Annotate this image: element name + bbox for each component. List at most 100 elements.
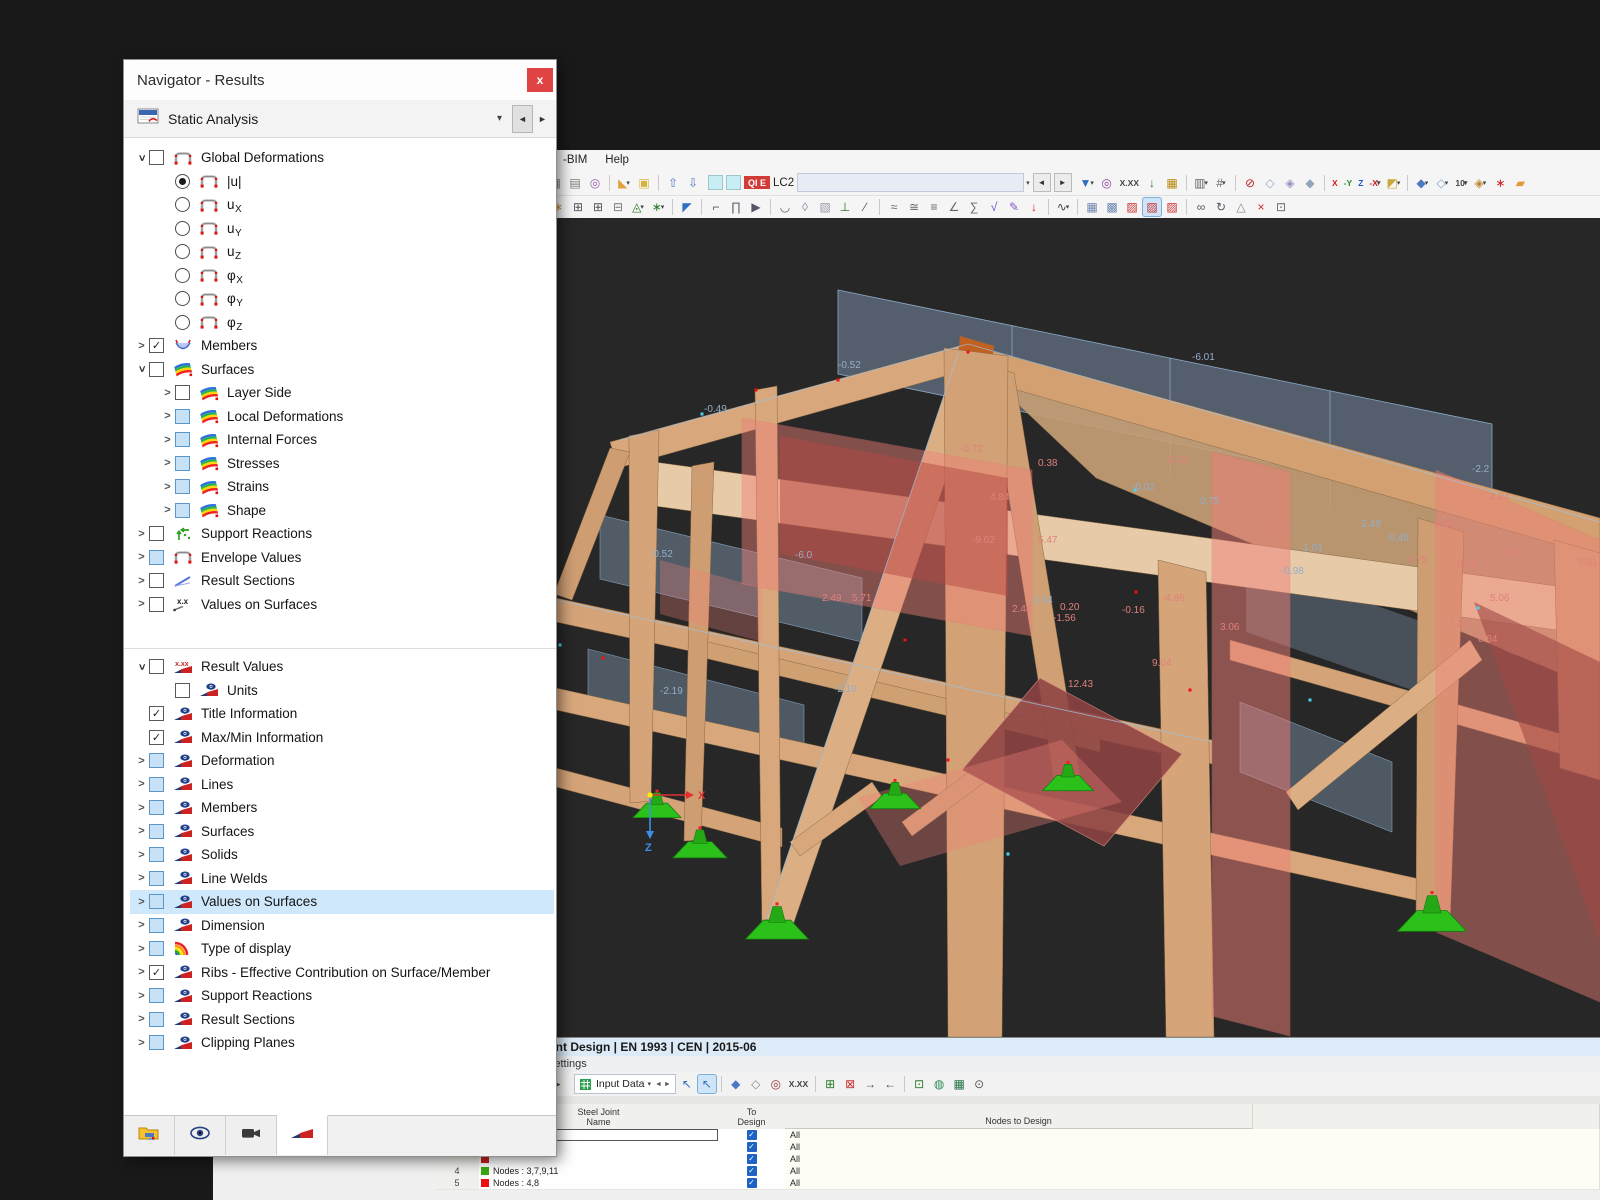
checkbox-checked[interactable]: ✓ [149,338,164,353]
row-number[interactable]: 5 [435,1177,480,1190]
tree-item-title-information[interactable]: ✓Title Information [130,702,554,726]
snap-target-icon[interactable]: ◎ [586,174,604,192]
to-design-checkbox-checked[interactable]: ✓ [747,1178,757,1188]
panel-toggle-icon[interactable]: ▥▾ [1192,174,1210,192]
checkbox-partial[interactable] [149,1035,164,1050]
radio[interactable] [175,197,190,212]
section-display-icon[interactable]: ◈▾ [1471,174,1489,192]
checkbox-partial[interactable] [149,941,164,956]
diagram-1-icon[interactable]: ≈ [885,198,903,216]
mesh-gear-icon[interactable]: ▩ [1103,198,1121,216]
checkbox-partial[interactable] [175,409,190,424]
tree-item-members[interactable]: >Members [130,796,554,820]
tree-item-z[interactable]: φZ [130,311,554,335]
expand-icon[interactable]: > [134,943,149,955]
deformation-curve-icon[interactable]: ◡ [776,198,794,216]
expand-icon[interactable]: > [134,896,149,908]
warning-icon[interactable]: △ [1232,198,1250,216]
fe-mesh-a-icon[interactable]: ▨ [1123,198,1141,216]
tree-item-type-of-display[interactable]: >Type of display [130,937,554,961]
select-joint-alt-icon[interactable]: ↖ [698,1075,716,1093]
tree-item-x[interactable]: φX [130,264,554,288]
radio-selected[interactable] [175,174,190,189]
table-row[interactable]: ✓All [435,1141,1600,1153]
tree-item-dimension[interactable]: >Dimension [130,914,554,938]
tree-item-internal-forces[interactable]: >Internal Forces [130,428,554,452]
dimension-icon[interactable]: 10▾ [1453,174,1469,192]
link-objects-icon[interactable]: ∞ [1192,198,1210,216]
chevron-down-icon[interactable]: ▾ [1026,179,1030,187]
tree-item-solids[interactable]: >Solids [130,843,554,867]
tree-item-envelope-values[interactable]: >Envelope Values [130,546,554,570]
checkbox-unchecked[interactable] [149,362,164,377]
expand-icon[interactable]: > [134,849,149,861]
expand-icon[interactable]: > [134,551,149,563]
tree-item-surfaces[interactable]: >Surfaces [130,358,554,382]
tree-item-members[interactable]: >✓Members [130,334,554,358]
checkbox-partial[interactable] [149,824,164,839]
selection-curve-icon[interactable]: ∿▾ [1054,198,1072,216]
tree-item-ux[interactable]: uX [130,193,554,217]
tab-data-navigator[interactable] [124,1116,175,1155]
tab-results-navigator[interactable] [277,1115,328,1155]
diagram-member-icon[interactable]: ⌐ [707,198,725,216]
loads-up-icon[interactable]: ⇧ [664,174,682,192]
fe-mesh-b-icon[interactable]: ▨ [1143,198,1161,216]
tree-item-local-deformations[interactable]: >Local Deformations [130,405,554,429]
prev-load-case-button[interactable]: ◄ [1033,173,1051,192]
chevron-down-icon[interactable]: ▾ [647,1080,651,1088]
next-arrow-button[interactable]: ► [533,106,552,132]
edit-cube-icon[interactable]: ◈ [1281,174,1299,192]
menu-item-bim[interactable]: -BIM [563,154,587,166]
checkbox-partial[interactable] [149,800,164,815]
tree-item-lines[interactable]: >Lines [130,773,554,797]
expand-icon[interactable]: > [134,778,149,790]
radio[interactable] [175,244,190,259]
calculator-icon[interactable]: ▤ [566,174,584,192]
diagram-3-icon[interactable]: ≡ [925,198,943,216]
select-rubber-icon[interactable]: ◣▾ [615,174,633,192]
viewport-3d[interactable]: XZ -0.52-0.49-6.010.75-0.02-2.49-0.45-1.… [556,218,1600,1037]
loads-down-icon[interactable]: ⇩ [684,174,702,192]
filter-flag-icon[interactable]: ◤ [678,198,696,216]
joint-copy-icon[interactable]: ◇ [747,1075,765,1093]
view-cube-icon[interactable]: ◇ [1261,174,1279,192]
expand-icon[interactable]: > [160,457,175,469]
select-joint-icon[interactable]: ↖ [678,1075,696,1093]
xxx-values-icon[interactable]: X.XX [787,1075,810,1093]
expand-icon[interactable]: > [160,410,175,422]
render-mode-icon[interactable]: ◩▾ [1384,174,1402,192]
table-row[interactable]: ✓All [435,1129,1600,1141]
checkbox-unchecked[interactable] [149,573,164,588]
camera-capture-icon[interactable]: ⊡ [1272,198,1290,216]
checkbox-unchecked[interactable] [149,526,164,541]
select-box-icon[interactable]: ▣ [635,174,653,192]
frame-box-icon[interactable]: ∏ [727,198,745,216]
tree-item-units[interactable]: Units [130,679,554,703]
checkbox-partial[interactable] [175,456,190,471]
checkbox-checked[interactable]: ✓ [149,706,164,721]
axis-minus-x-icon[interactable]: -X▾ [1367,174,1382,192]
expand-icon[interactable]: > [160,434,175,446]
radio[interactable] [175,315,190,330]
next-load-case-button[interactable]: ► [1054,173,1072,192]
panel-titlebar[interactable]: Navigator - Results [124,60,556,101]
result-table-icon[interactable]: ▦ [1163,174,1181,192]
tab-display-navigator[interactable] [175,1116,226,1155]
globe-icon[interactable]: ◍ [930,1075,948,1093]
solid-display-icon[interactable]: ◆▾ [1413,174,1431,192]
mesh-points-icon[interactable]: ∗ [1491,174,1509,192]
tree-item-shape[interactable]: >Shape [130,499,554,523]
tree-item-support-reactions[interactable]: >Support Reactions [130,984,554,1008]
checkbox-unchecked[interactable] [149,659,164,674]
expand-icon[interactable]: > [134,966,149,978]
tree-item-uy[interactable]: uY [130,217,554,241]
expand-icon[interactable]: > [134,1013,149,1025]
radio[interactable] [175,221,190,236]
table-row[interactable]: ✓All [435,1153,1600,1165]
filter-results-icon[interactable]: ▼▾ [1078,174,1096,192]
collapse-icon[interactable]: > [136,150,148,165]
tree-item-layer-side[interactable]: >Layer Side [130,381,554,405]
steel-joint-table[interactable]: Steel Joint Name To Design Nodes to Desi… [435,1096,1600,1192]
member-tool-icon[interactable]: ⊞ [569,198,587,216]
